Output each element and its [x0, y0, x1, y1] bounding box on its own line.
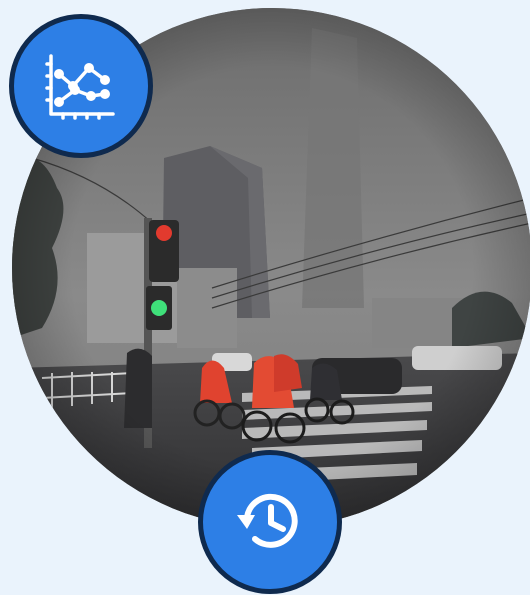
- chart-button[interactable]: [9, 14, 153, 158]
- history-icon: [237, 493, 298, 548]
- line-chart-icon: [45, 54, 115, 120]
- history-button[interactable]: [198, 450, 342, 594]
